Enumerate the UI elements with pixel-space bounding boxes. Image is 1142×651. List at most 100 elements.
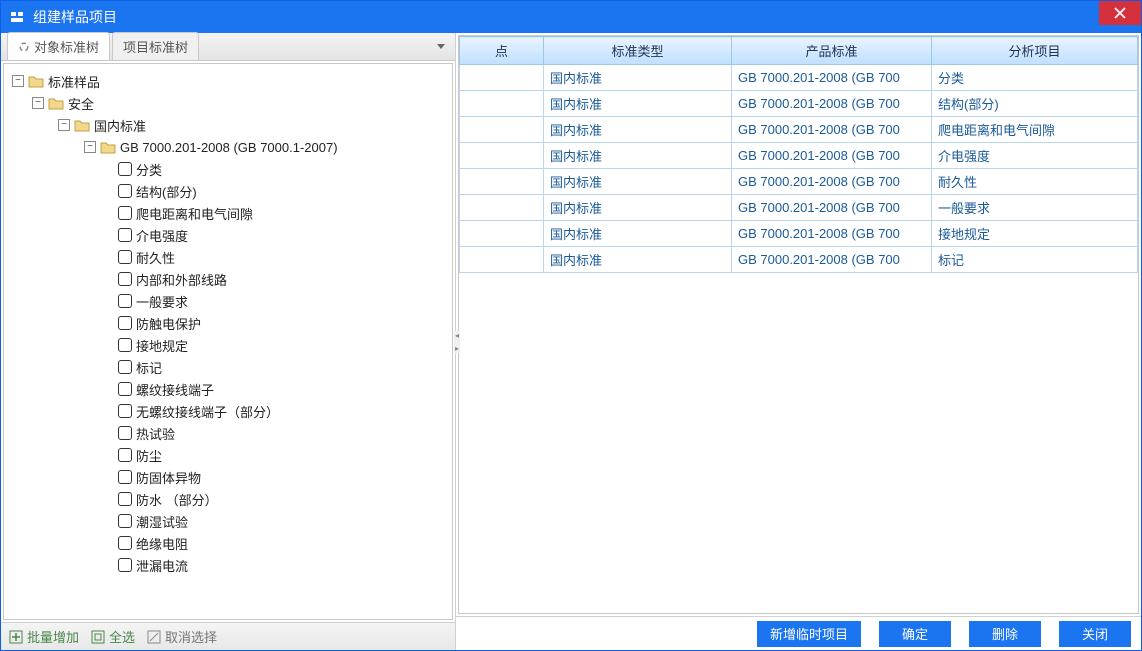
- cell-item: 结构(部分): [932, 91, 1138, 117]
- tab-project-tree[interactable]: 项目标准树: [112, 32, 199, 60]
- table-row[interactable]: 国内标准GB 7000.201-2008 (GB 700一般要求: [460, 195, 1138, 221]
- delete-button[interactable]: 删除: [969, 621, 1041, 647]
- tree-leaf[interactable]: 内部和外部线路: [118, 268, 444, 290]
- checkbox[interactable]: [118, 338, 132, 352]
- cell-point: [460, 195, 544, 221]
- ok-button[interactable]: 确定: [879, 621, 951, 647]
- checkbox[interactable]: [118, 558, 132, 572]
- collapse-toggle[interactable]: −: [58, 119, 70, 131]
- tree-leaf[interactable]: 一般要求: [118, 290, 444, 312]
- checkbox[interactable]: [118, 294, 132, 308]
- cell-standard: GB 7000.201-2008 (GB 700: [732, 247, 932, 273]
- tree-leaf-label: 防触电保护: [136, 314, 201, 333]
- checkbox[interactable]: [118, 382, 132, 396]
- tree-leaf-label: 一般要求: [136, 292, 188, 311]
- grid-header-item[interactable]: 分析项目: [932, 37, 1138, 65]
- checkbox[interactable]: [118, 162, 132, 176]
- cell-standard: GB 7000.201-2008 (GB 700: [732, 143, 932, 169]
- tree-leaf-label: 结构(部分): [136, 182, 197, 201]
- cell-item: 爬电距离和电气间隙: [932, 117, 1138, 143]
- checkbox[interactable]: [118, 272, 132, 286]
- add-temp-item-button[interactable]: 新增临时项目: [757, 621, 861, 647]
- tree-node-standard[interactable]: − GB 7000.201-2008 (GB 7000.1-2007): [84, 136, 444, 158]
- tree-leaf[interactable]: 防尘: [118, 444, 444, 466]
- cell-type: 国内标准: [544, 91, 732, 117]
- checkbox[interactable]: [118, 184, 132, 198]
- deselect-icon: [147, 630, 161, 644]
- cell-standard: GB 7000.201-2008 (GB 700: [732, 65, 932, 91]
- tree-node-label: 标准样品: [48, 72, 100, 91]
- deselect-button[interactable]: 取消选择: [147, 627, 217, 646]
- tab-object-tree[interactable]: 对象标准树: [7, 32, 110, 60]
- table-row[interactable]: 国内标准GB 7000.201-2008 (GB 700接地规定: [460, 221, 1138, 247]
- checkbox[interactable]: [118, 426, 132, 440]
- tree-leaf[interactable]: 防触电保护: [118, 312, 444, 334]
- cell-item: 接地规定: [932, 221, 1138, 247]
- table-row[interactable]: 国内标准GB 7000.201-2008 (GB 700爬电距离和电气间隙: [460, 117, 1138, 143]
- tree-leaf-label: 绝缘电阻: [136, 534, 188, 553]
- checkbox[interactable]: [118, 448, 132, 462]
- table-row[interactable]: 国内标准GB 7000.201-2008 (GB 700介电强度: [460, 143, 1138, 169]
- select-all-button[interactable]: 全选: [91, 627, 135, 646]
- tree-leaf[interactable]: 标记: [118, 356, 444, 378]
- grid-header-type[interactable]: 标准类型: [544, 37, 732, 65]
- tree-leaf[interactable]: 介电强度: [118, 224, 444, 246]
- folder-icon: [100, 140, 116, 154]
- grid-header-standard[interactable]: 产品标准: [732, 37, 932, 65]
- pane-splitter[interactable]: ◂▸: [454, 331, 460, 353]
- checkbox[interactable]: [118, 470, 132, 484]
- tree-leaf[interactable]: 爬电距离和电气间隙: [118, 202, 444, 224]
- data-grid[interactable]: 点 标准类型 产品标准 分析项目 国内标准GB 7000.201-2008 (G…: [458, 35, 1139, 614]
- close-window-button[interactable]: [1099, 1, 1141, 25]
- collapse-toggle[interactable]: −: [12, 75, 24, 87]
- tree-leaf-label: 螺纹接线端子: [136, 380, 214, 399]
- tree-root-node[interactable]: − 标准样品: [12, 70, 444, 92]
- checkbox[interactable]: [118, 250, 132, 264]
- table-row[interactable]: 国内标准GB 7000.201-2008 (GB 700结构(部分): [460, 91, 1138, 117]
- collapse-toggle[interactable]: −: [84, 141, 96, 153]
- cell-standard: GB 7000.201-2008 (GB 700: [732, 195, 932, 221]
- tree-node-label: 国内标准: [94, 116, 146, 135]
- table-row[interactable]: 国内标准GB 7000.201-2008 (GB 700分类: [460, 65, 1138, 91]
- checkbox[interactable]: [118, 206, 132, 220]
- select-all-icon: [91, 630, 105, 644]
- table-row[interactable]: 国内标准GB 7000.201-2008 (GB 700耐久性: [460, 169, 1138, 195]
- tree-leaf[interactable]: 耐久性: [118, 246, 444, 268]
- tree-leaf-label: 泄漏电流: [136, 556, 188, 575]
- cell-standard: GB 7000.201-2008 (GB 700: [732, 169, 932, 195]
- checkbox[interactable]: [118, 316, 132, 330]
- tree-leaf[interactable]: 防水 （部分）: [118, 488, 444, 510]
- checkbox[interactable]: [118, 492, 132, 506]
- tree-leaf[interactable]: 结构(部分): [118, 180, 444, 202]
- table-row[interactable]: 国内标准GB 7000.201-2008 (GB 700标记: [460, 247, 1138, 273]
- tree-scroll-area[interactable]: − 标准样品 − 安全: [3, 63, 453, 620]
- tree-leaf[interactable]: 无螺纹接线端子（部分）: [118, 400, 444, 422]
- checkbox[interactable]: [118, 514, 132, 528]
- tree-leaf[interactable]: 螺纹接线端子: [118, 378, 444, 400]
- tree-node-safety[interactable]: − 安全: [32, 92, 444, 114]
- tree-leaf[interactable]: 分类: [118, 158, 444, 180]
- checkbox[interactable]: [118, 536, 132, 550]
- tree-leaf[interactable]: 绝缘电阻: [118, 532, 444, 554]
- window-title: 组建样品项目: [33, 7, 117, 27]
- tree-leaf[interactable]: 接地规定: [118, 334, 444, 356]
- cell-type: 国内标准: [544, 117, 732, 143]
- grid-header-point[interactable]: 点: [460, 37, 544, 65]
- tree-leaf[interactable]: 潮湿试验: [118, 510, 444, 532]
- tree-leaf[interactable]: 防固体异物: [118, 466, 444, 488]
- collapse-toggle[interactable]: −: [32, 97, 44, 109]
- checkbox[interactable]: [118, 228, 132, 242]
- batch-add-button[interactable]: 批量增加: [9, 627, 79, 646]
- tree-leaf[interactable]: 热试验: [118, 422, 444, 444]
- checkbox[interactable]: [118, 404, 132, 418]
- cell-point: [460, 221, 544, 247]
- tab-menu-button[interactable]: [433, 39, 449, 55]
- cell-item: 一般要求: [932, 195, 1138, 221]
- cell-point: [460, 91, 544, 117]
- tree-leaf-label: 防水 （部分）: [136, 490, 218, 509]
- tree-leaf[interactable]: 泄漏电流: [118, 554, 444, 576]
- close-button[interactable]: 关闭: [1059, 621, 1131, 647]
- checkbox[interactable]: [118, 360, 132, 374]
- titlebar: 组建样品项目: [1, 1, 1141, 33]
- tree-node-domestic[interactable]: − 国内标准: [58, 114, 444, 136]
